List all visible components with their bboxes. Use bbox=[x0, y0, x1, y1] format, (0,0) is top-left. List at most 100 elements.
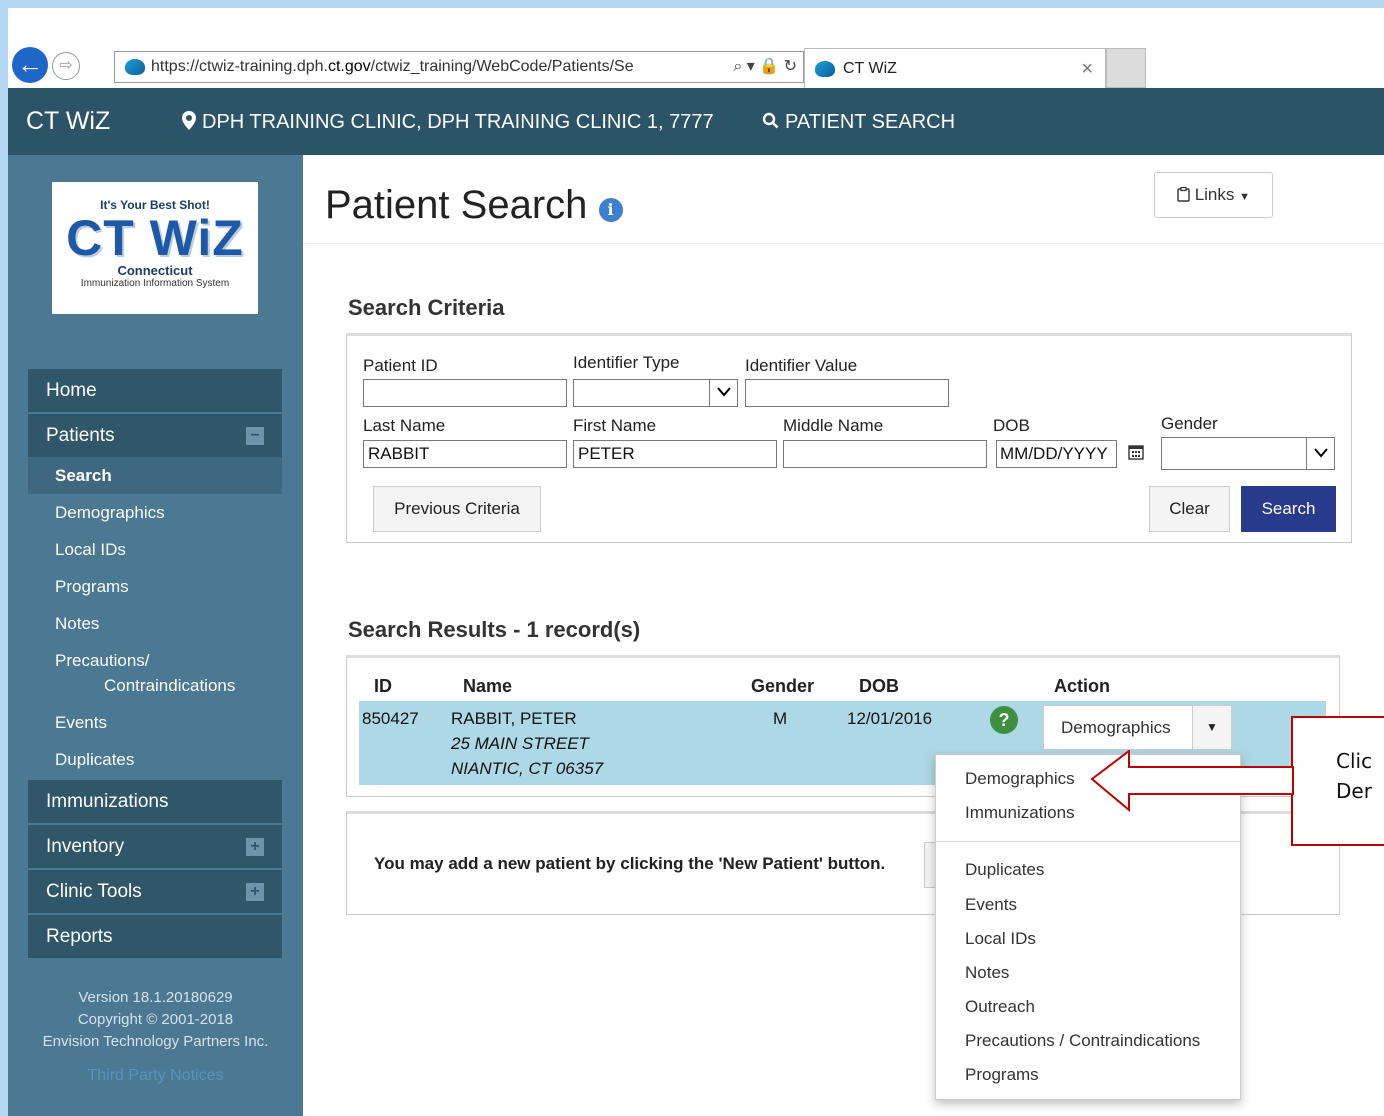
patient-id-input[interactable] bbox=[363, 379, 567, 407]
dob-input[interactable]: MM/DD/YYYY bbox=[996, 440, 1117, 468]
menu-divider bbox=[936, 841, 1240, 842]
callout-text-line2: Der bbox=[1336, 779, 1372, 803]
sidebar-item-immunizations[interactable]: Immunizations bbox=[28, 778, 282, 823]
sidebar-subitem-label-line2: Contraindications bbox=[104, 676, 236, 695]
search-criteria-panel: Patient ID Identifier Type Identifier Va… bbox=[346, 333, 1352, 543]
ctwiz-logo: It's Your Best Shot! CT WiZ Connecticut … bbox=[52, 182, 258, 314]
sidebar-subitem-demographics[interactable]: Demographics bbox=[28, 494, 282, 531]
column-header-name: Name bbox=[463, 676, 513, 696]
tab-close-icon[interactable]: × bbox=[1081, 49, 1093, 89]
column-header-action: Action bbox=[1054, 676, 1110, 696]
logo-subtitle: Immunization Information System bbox=[80, 278, 230, 289]
first-name-label: First Name bbox=[573, 416, 657, 435]
previous-criteria-button[interactable]: Previous Criteria bbox=[373, 486, 541, 532]
forward-arrow-icon[interactable]: ⇨ bbox=[52, 52, 80, 80]
action-dropdown-toggle[interactable]: ▼ bbox=[1192, 705, 1232, 750]
menu-item-outreach[interactable]: Outreach bbox=[965, 997, 1035, 1017]
sidebar-item-label: Inventory bbox=[46, 836, 125, 857]
sidebar-item-patients[interactable]: Patients − bbox=[28, 412, 282, 457]
patient-id-label: Patient ID bbox=[363, 356, 438, 375]
sidebar-subitem-search[interactable]: Search bbox=[28, 457, 282, 494]
version-number: Version 18.1.20180629 bbox=[78, 989, 233, 1006]
version-info: Version 18.1.20180629 Copyright © 2001-2… bbox=[8, 987, 303, 1053]
callout-arrow-icon bbox=[1090, 750, 1294, 813]
address-bar-tools-icon[interactable]: ⌕ ▾ 🔒 ↻ bbox=[733, 52, 797, 82]
middle-name-input[interactable] bbox=[783, 440, 987, 468]
app-header: CT WiZ DPH TRAINING CLINIC, DPH TRAINING… bbox=[8, 88, 1384, 155]
search-icon bbox=[762, 112, 779, 129]
search-button[interactable]: Search bbox=[1241, 486, 1336, 532]
menu-item-demographics[interactable]: Demographics bbox=[965, 769, 1075, 789]
patient-id-cell: 850427 bbox=[362, 709, 419, 728]
sidebar-item-inventory[interactable]: Inventory + bbox=[28, 823, 282, 868]
patient-name-cell[interactable]: RABBIT, PETER bbox=[451, 709, 577, 729]
first-name-input[interactable]: PETER bbox=[573, 440, 777, 468]
menu-item-notes[interactable]: Notes bbox=[965, 963, 1009, 983]
page-title: Patient Search i bbox=[325, 183, 623, 228]
action-demographics-button[interactable]: Demographics bbox=[1043, 705, 1193, 750]
patient-address-line2: NIANTIC, CT 06357 bbox=[451, 759, 604, 778]
logo-state: Connecticut bbox=[117, 263, 193, 278]
window-frame-top bbox=[0, 0, 1384, 8]
last-name-input[interactable]: RABBIT bbox=[363, 440, 567, 468]
sidebar: It's Your Best Shot! CT WiZ Connecticut … bbox=[8, 155, 303, 1116]
sidebar-subitem-programs[interactable]: Programs bbox=[28, 568, 282, 605]
clear-button[interactable]: Clear bbox=[1149, 486, 1230, 532]
map-marker-icon bbox=[182, 111, 196, 130]
expand-icon[interactable]: + bbox=[246, 838, 264, 856]
sidebar-subitem-label-line1: Precautions/ bbox=[55, 651, 150, 670]
identifier-type-select[interactable] bbox=[573, 379, 738, 407]
url-host-prefix: ctwiz-training.dph. bbox=[199, 58, 328, 75]
sidebar-item-clinic-tools[interactable]: Clinic Tools + bbox=[28, 868, 282, 913]
third-party-notices-link[interactable]: Third Party Notices bbox=[8, 1067, 303, 1085]
company-name: Envision Technology Partners Inc. bbox=[42, 1033, 269, 1050]
browser-tab[interactable]: CT WiZ × bbox=[804, 48, 1106, 88]
collapse-icon[interactable]: − bbox=[246, 427, 264, 445]
patient-gender-cell: M bbox=[773, 709, 788, 728]
gender-select[interactable] bbox=[1161, 437, 1335, 470]
info-icon[interactable]: i bbox=[598, 198, 623, 222]
sidebar-item-label: Patients bbox=[46, 425, 115, 446]
sidebar-menu: Home Patients − Search Demographics Loca… bbox=[28, 367, 282, 958]
chevron-down-icon bbox=[1306, 438, 1334, 469]
clinic-name: DPH TRAINING CLINIC, DPH TRAINING CLINIC… bbox=[202, 111, 714, 133]
menu-item-precautions[interactable]: Precautions / Contraindications bbox=[965, 1031, 1200, 1051]
url-path: /ctwiz_training/WebCode/Patients/Se bbox=[370, 58, 634, 75]
app-title[interactable]: CT WiZ bbox=[26, 107, 110, 136]
menu-item-local-ids[interactable]: Local IDs bbox=[965, 929, 1036, 949]
help-icon[interactable]: ? bbox=[990, 706, 1018, 734]
identifier-value-input[interactable] bbox=[745, 379, 949, 407]
sidebar-item-home[interactable]: Home bbox=[28, 367, 282, 412]
patient-address-line1: 25 MAIN STREET bbox=[451, 734, 589, 753]
sidebar-subitem-precautions[interactable]: Precautions/ Contraindications bbox=[28, 642, 282, 704]
column-header-id: ID bbox=[374, 676, 392, 696]
expand-icon[interactable]: + bbox=[246, 883, 264, 901]
patient-dob-cell: 12/01/2016 bbox=[847, 709, 933, 728]
sidebar-subitem-notes[interactable]: Notes bbox=[28, 605, 282, 642]
sidebar-subitem-events[interactable]: Events bbox=[28, 704, 282, 741]
title-divider bbox=[303, 243, 1384, 244]
new-tab-button[interactable] bbox=[1106, 48, 1146, 88]
sidebar-item-label: Clinic Tools bbox=[46, 881, 142, 902]
column-header-dob: DOB bbox=[859, 676, 899, 696]
menu-item-immunizations[interactable]: Immunizations bbox=[965, 803, 1075, 823]
caret-down-icon: ▼ bbox=[1239, 191, 1251, 203]
links-button[interactable]: Links ▼ bbox=[1154, 172, 1273, 218]
menu-item-duplicates[interactable]: Duplicates bbox=[965, 860, 1044, 880]
back-arrow-icon[interactable]: ← bbox=[12, 47, 48, 83]
menu-item-programs[interactable]: Programs bbox=[965, 1065, 1039, 1085]
search-criteria-title: Search Criteria bbox=[348, 295, 505, 320]
address-bar[interactable]: https://ctwiz-training.dph.ct.gov/ctwiz_… bbox=[114, 51, 804, 83]
clipboard-icon bbox=[1177, 186, 1190, 202]
column-header-gender: Gender bbox=[751, 676, 815, 696]
sidebar-subitem-duplicates[interactable]: Duplicates bbox=[28, 741, 282, 778]
patients-submenu: Search Demographics Local IDs Programs N… bbox=[28, 457, 282, 778]
clinic-selector[interactable]: DPH TRAINING CLINIC, DPH TRAINING CLINIC… bbox=[182, 111, 714, 134]
sidebar-subitem-local-ids[interactable]: Local IDs bbox=[28, 531, 282, 568]
sidebar-item-reports[interactable]: Reports bbox=[28, 913, 282, 958]
browser-chrome: ← ⇨ https://ctwiz-training.dph.ct.gov/ct… bbox=[8, 8, 1384, 88]
patient-search-link[interactable]: PATIENT SEARCH bbox=[762, 111, 955, 134]
menu-item-events[interactable]: Events bbox=[965, 895, 1017, 915]
caret-down-icon: ▼ bbox=[1206, 720, 1218, 734]
calendar-icon[interactable] bbox=[1128, 444, 1144, 465]
